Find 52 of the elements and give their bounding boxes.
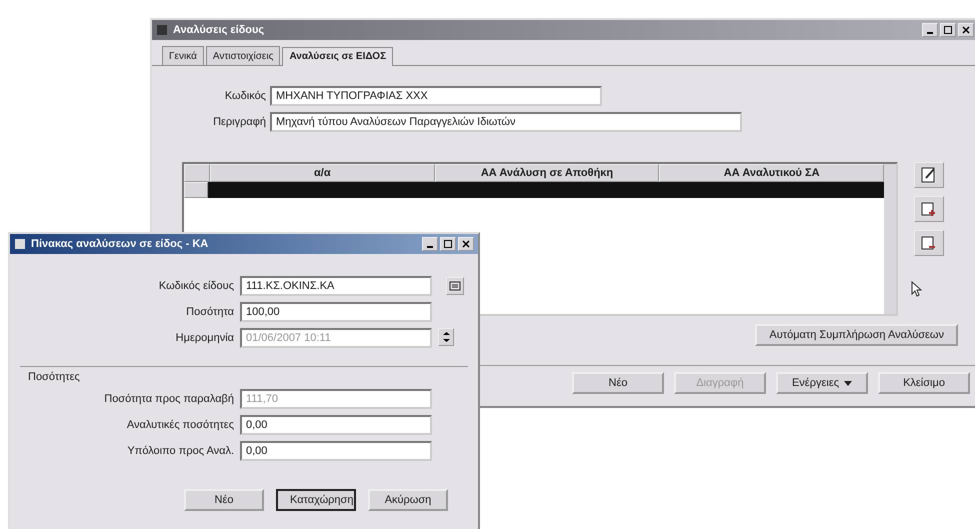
field-label: Κωδικός [224,90,266,102]
group-label: Ποσότητες [27,371,81,383]
input-field[interactable]: 0,00 [240,441,432,461]
column-header[interactable]: ΑΑ Ανάλυση σε Αποθήκη [434,164,660,182]
row-header [184,164,210,182]
window-title: Αναλύσεις είδους [173,24,264,36]
close-icon [962,26,970,34]
tab[interactable]: Αναλύσεις σε ΕΙΔΟΣ [282,47,394,66]
lookup-button[interactable] [446,277,464,295]
menu-button[interactable]: Ενέργειες [776,372,868,394]
field-label: Ποσότητα [185,306,234,318]
app-icon [156,24,168,36]
delete-icon[interactable] [914,230,944,256]
action-button[interactable]: Ακύρωση [368,489,448,511]
caret-icon [844,380,852,386]
field-label: Περιγραφή [212,116,266,128]
add-icon[interactable] [914,196,944,222]
input-field[interactable]: Μηχανή τύπου Αναλύσεων Παραγγελιών Ιδιωτών [270,112,742,132]
close-icon [462,240,470,248]
input-field[interactable]: 100,00 [240,302,432,322]
field-label: Αναλυτικές ποσότητες [126,419,234,431]
minimize-button[interactable] [422,237,438,251]
input-field[interactable]: 0,00 [240,415,432,435]
maximize-icon [944,26,952,34]
action-button[interactable]: Καταχώρηση [276,489,356,511]
close-button[interactable] [958,23,974,37]
field-label: Κωδικός είδους [158,280,234,292]
input-field[interactable]: ΜΗΧΑΝΗ ΤΥΠΟΓΡΑΦΙΑΣ ΧΧΧ [270,86,602,106]
spinner-icon [442,332,450,342]
auto-fill-button[interactable]: Αυτόματη Συμπλήρωση Αναλύσεων [755,324,958,346]
column-header[interactable]: ΑΑ Αναλυτικού ΣΑ [659,164,884,182]
list-icon [449,281,461,291]
action-button[interactable]: Νέο [184,489,264,511]
close-button[interactable] [458,237,474,251]
action-button[interactable]: Νέο [572,372,664,394]
field-label: Ποσότητα προς παραλαβή [103,393,234,405]
scroll-bar[interactable] [884,164,896,314]
table-row[interactable] [184,182,884,198]
maximize-button[interactable] [940,23,956,37]
app-icon [14,238,26,250]
maximize-icon [444,240,452,248]
edit-icon[interactable] [914,162,944,188]
field-label: Ημερομηνία [174,332,234,344]
column-header[interactable]: α/α [210,164,435,182]
field-label: Υπόλοιπο προς Αναλ. [126,445,234,457]
minimize-button[interactable] [922,23,938,37]
window-title: Πίνακας αναλύσεων σε είδος - ΚΑ [31,238,208,250]
tab[interactable]: Γενικά [162,46,204,65]
input-field[interactable]: 111.ΚΣ.ΟΚΙΝΣ.ΚΑ [240,276,432,296]
maximize-button[interactable] [440,237,456,251]
action-button[interactable]: Κλείσιμο [878,372,970,394]
tab[interactable]: Αντιστοιχίσεις [206,46,280,65]
